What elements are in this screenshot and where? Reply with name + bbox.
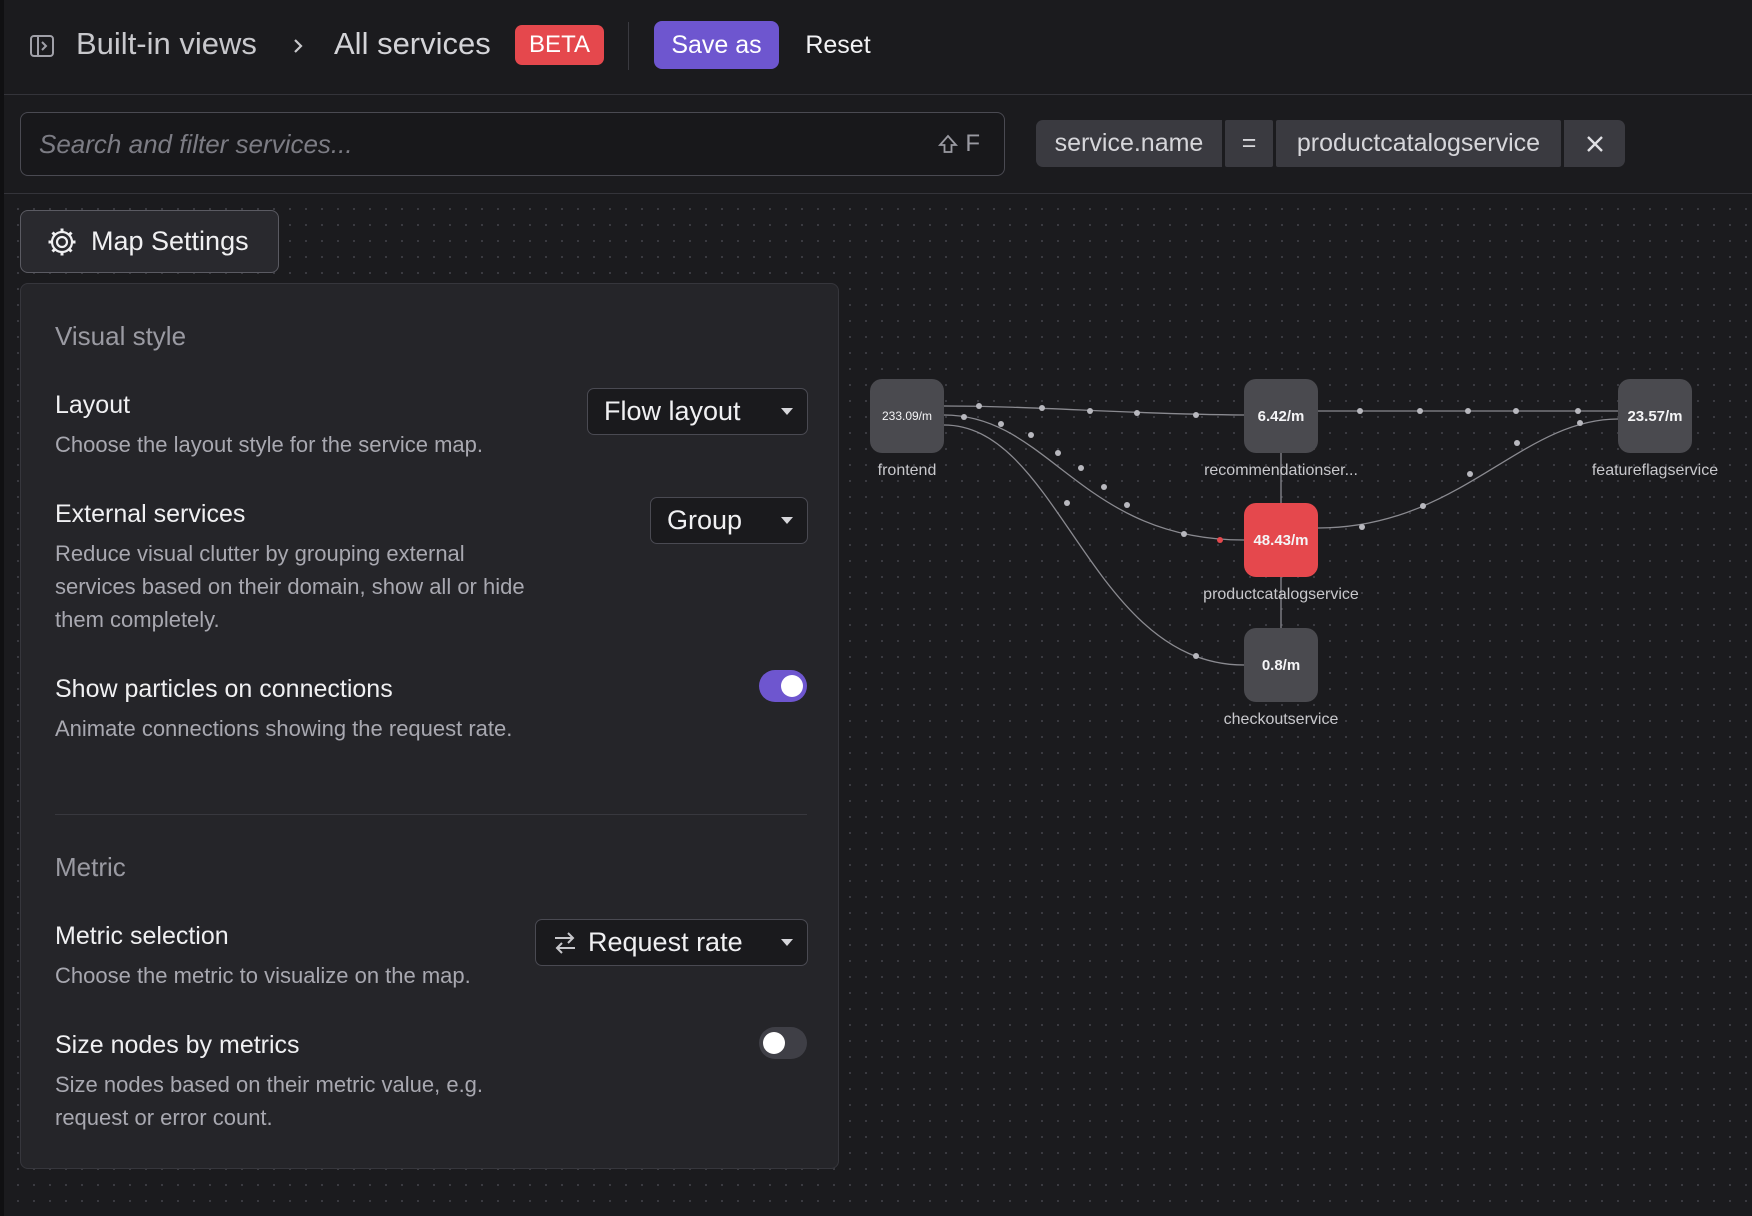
layout-title: Layout [55,391,131,419]
particles-toggle[interactable] [759,670,807,702]
visual-style-heading: Visual style [55,321,187,351]
layout-description: Choose the layout style for the service … [55,432,483,457]
particles-title: Show particles on connections [55,675,393,703]
external-services-title: External services [55,500,246,528]
layout-select-value: Flow layout [604,396,741,426]
metric-selection-title: Metric selection [55,922,229,950]
caret-down-icon [781,517,793,524]
node-recommendationservice[interactable]: 6.42/m [1244,379,1318,453]
caret-down-icon [781,408,793,415]
external-services-select-value: Group [667,505,743,535]
size-nodes-description: Size nodes based on their metric value, … [55,1072,484,1130]
node-featureflagservice[interactable]: 23.57/m [1618,379,1692,453]
toggle-knob [781,675,803,697]
node-label-recommendationservice: recommendationser... [1204,462,1358,479]
node-label-checkoutservice: checkoutservice [1223,711,1339,728]
size-nodes-title: Size nodes by metrics [55,1031,300,1059]
gear-icon [48,228,76,255]
node-productcatalogservice[interactable]: 48.43/m [1244,503,1318,577]
external-services-select[interactable]: Group [650,497,808,544]
metric-selection-value: Request rate [588,927,743,957]
particles-description: Animate connections showing the request … [55,716,513,741]
node-label-frontend: frontend [877,462,937,479]
node-label-featureflagservice: featureflagservice [1591,462,1719,479]
swap-arrows-icon [555,931,575,954]
node-frontend[interactable]: 233.09/m [870,379,944,453]
metric-heading: Metric [55,852,126,882]
map-settings-panel: Visual style Layout Choose the layout st… [20,283,839,1169]
map-settings-label: Map Settings [91,226,249,256]
metric-selection-select[interactable]: Request rate [535,919,808,966]
caret-down-icon [781,939,793,946]
map-settings-button[interactable]: Map Settings [20,210,279,273]
layout-select[interactable]: Flow layout [587,388,808,435]
node-checkoutservice[interactable]: 0.8/m [1244,628,1318,702]
external-services-description: Reduce visual clutter by grouping extern… [55,541,525,632]
section-divider [55,814,807,815]
edge-frontend-recommendation [943,405,1245,416]
node-label-productcatalogservice: productcatalogservice [1203,586,1359,603]
size-nodes-toggle[interactable] [759,1027,807,1059]
metric-selection-description: Choose the metric to visualize on the ma… [55,963,471,988]
edge-frontend-checkout [943,424,1245,666]
toggle-knob [763,1032,785,1054]
